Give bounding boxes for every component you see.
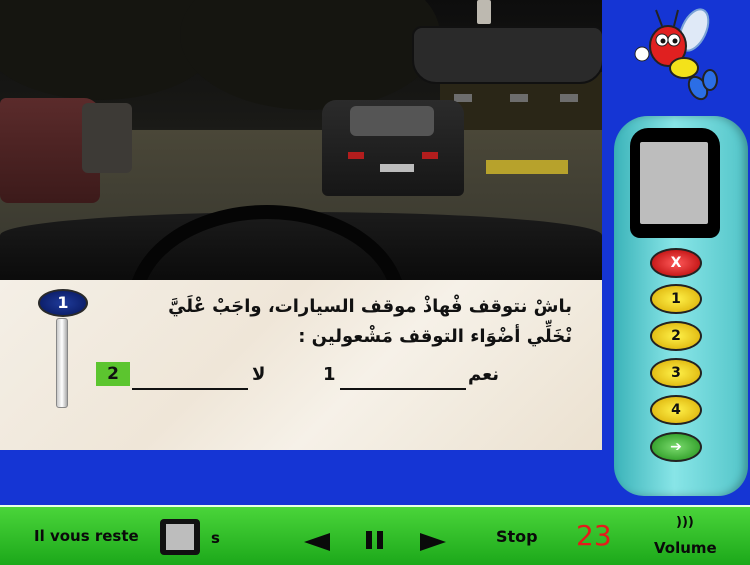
curb xyxy=(486,160,568,174)
question-number-badge: 1 xyxy=(38,289,88,317)
question-text-line-1: باشْ نتوقف فْهاذْ موقف السيارات، واجَبْ … xyxy=(168,296,572,317)
next-arrow-icon[interactable] xyxy=(420,533,446,551)
volume-icon[interactable]: ))) xyxy=(676,515,694,530)
remote-screen xyxy=(630,128,720,238)
bottom-control-bar: Il vous reste s Stop 23 ))) Volume xyxy=(0,505,750,565)
answer-1-button[interactable]: 1 xyxy=(650,284,702,314)
previous-arrow-icon[interactable] xyxy=(304,533,330,551)
option-no-line xyxy=(132,366,248,390)
option-yes-label: نعم xyxy=(468,364,500,385)
time-remaining-label: Il vous reste xyxy=(34,527,139,545)
seconds-unit-label: s xyxy=(211,529,220,547)
validate-button[interactable]: ➔ xyxy=(650,432,702,462)
street-light xyxy=(477,0,491,24)
selected-answer-box: 2 xyxy=(96,362,130,386)
question-panel: 1 باشْ نتوقف فْهاذْ موقف السيارات، واجَب… xyxy=(0,280,602,450)
volume-button[interactable]: Volume xyxy=(654,539,717,557)
parked-dark-car xyxy=(322,100,464,196)
option-yes-line xyxy=(340,366,466,390)
tree-silhouette xyxy=(180,0,440,110)
parked-car xyxy=(82,103,132,173)
option-no-label: لا xyxy=(252,364,266,385)
question-progress-bar xyxy=(56,318,68,408)
answer-3-button[interactable]: 3 xyxy=(650,358,702,388)
bee-mascot-icon xyxy=(634,8,718,101)
answer-2-button[interactable]: 2 xyxy=(650,321,702,351)
scene-photo xyxy=(0,0,602,280)
time-remaining-display xyxy=(160,519,200,555)
answer-4-button[interactable]: 4 xyxy=(650,395,702,425)
cancel-button[interactable]: X xyxy=(650,248,702,278)
question-counter: 23 xyxy=(576,519,612,552)
answer-remote: X 1 2 3 4 ➔ xyxy=(614,116,748,496)
pause-icon[interactable] xyxy=(366,531,384,549)
question-text-line-2: نْخَلِّي أضْوَاء التوقف مَشْعولين : xyxy=(298,326,572,347)
stop-button[interactable]: Stop xyxy=(496,527,538,546)
rearview-mirror xyxy=(412,26,602,84)
option-yes-number: 1 xyxy=(323,364,336,385)
